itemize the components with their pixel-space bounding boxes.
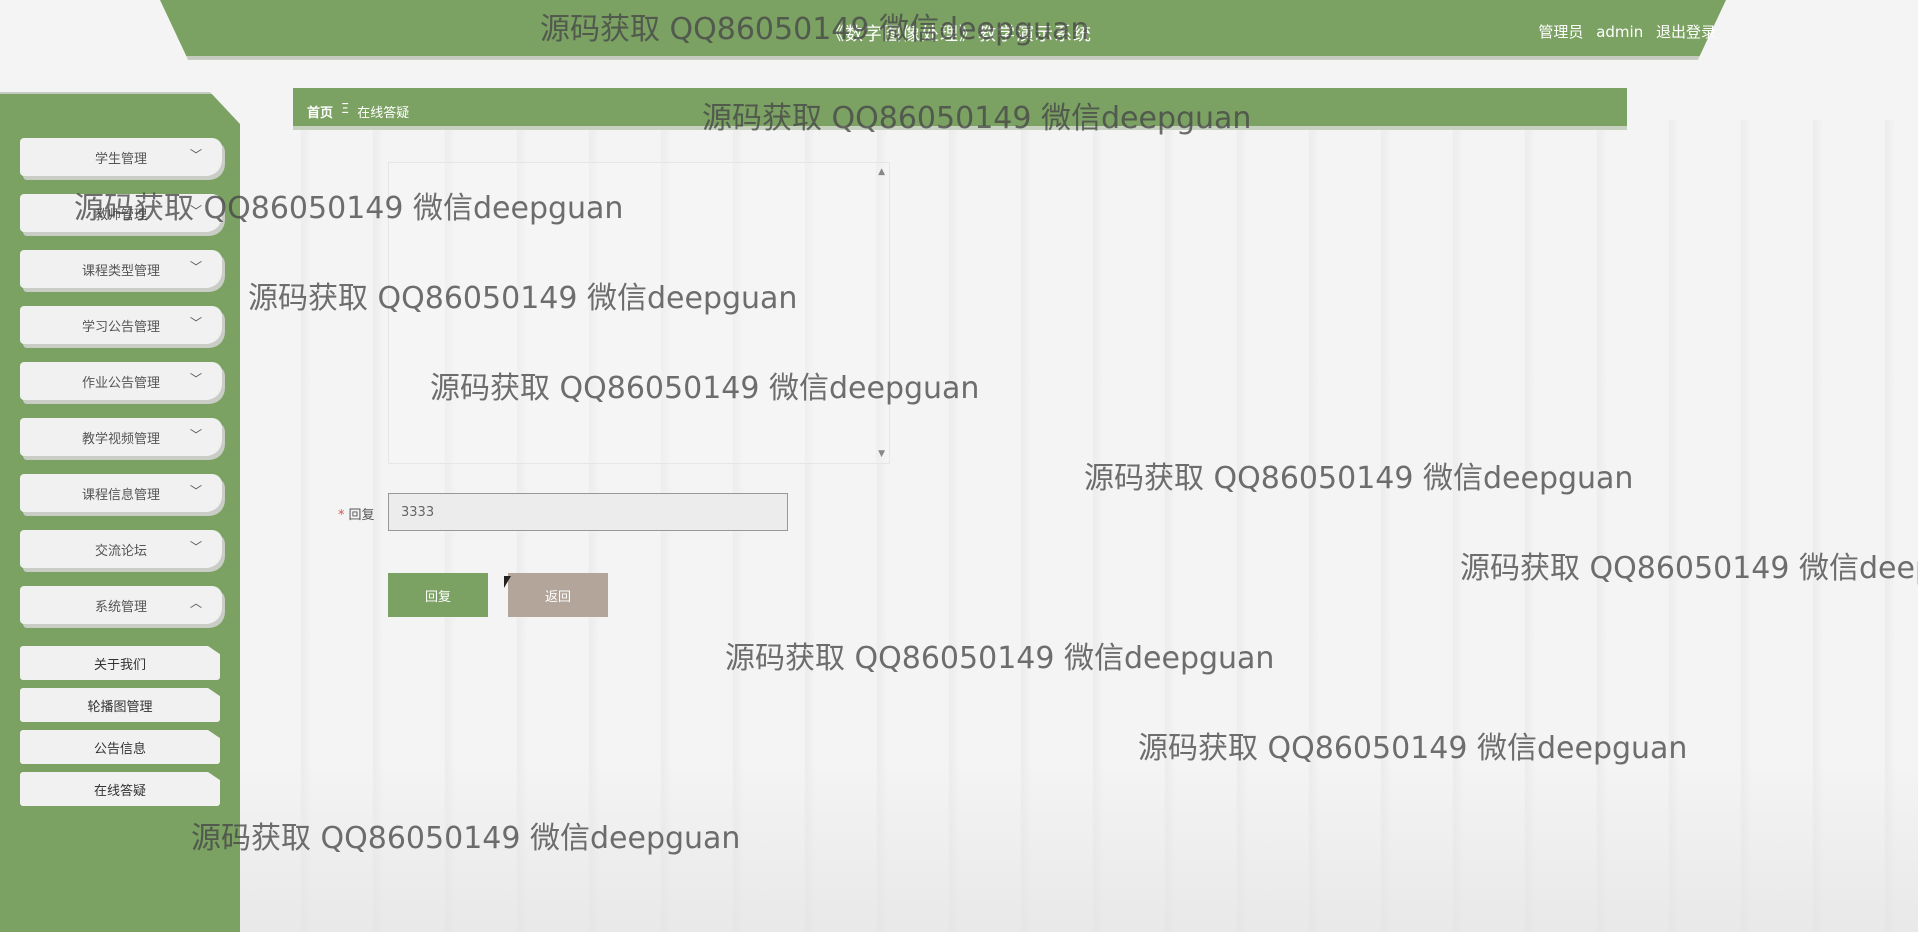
breadcrumb-separator-icon: Ξ	[341, 102, 350, 117]
scroll-up-icon[interactable]: ▲	[878, 167, 885, 177]
chevron-up-icon: ︿	[190, 596, 203, 610]
breadcrumb-current: 在线答疑	[357, 106, 410, 121]
sidebar-item-teacher[interactable]: 教师管理 ﹀	[20, 194, 222, 232]
sidebar-item-course-type[interactable]: 课程类型管理 ﹀	[20, 250, 222, 288]
user-area: 管理员 admin 退出登录	[1530, 21, 1716, 42]
watermark: 源码获取 QQ86050149 微信deepguan	[1460, 551, 1918, 586]
header-divider	[188, 56, 1698, 59]
watermark: 源码获取 QQ86050149 微信deepguan	[1084, 461, 1634, 496]
sidebar-item-student[interactable]: 学生管理 ﹀	[20, 138, 222, 176]
sidebar-item-label: 交流论坛	[94, 543, 147, 559]
sidebar-item-homework-notice[interactable]: 作业公告管理 ﹀	[20, 362, 222, 400]
scroll-down-icon[interactable]: ▼	[878, 449, 885, 459]
sidebar-item-label: 课程类型管理	[81, 263, 160, 279]
chevron-down-icon: ﹀	[190, 540, 203, 554]
chevron-down-icon: ﹀	[190, 316, 203, 330]
sidebar-subitem-label: 在线答疑	[93, 783, 146, 799]
scrollbar[interactable]	[876, 163, 889, 463]
back-button[interactable]: 返回	[508, 573, 608, 617]
sidebar-item-label: 学生管理	[94, 151, 147, 167]
sidebar-item-label: 课程信息管理	[81, 487, 160, 503]
sidebar-subitem-about[interactable]: 关于我们	[20, 646, 220, 680]
chevron-down-icon: ﹀	[190, 260, 203, 274]
chevron-down-icon: ﹀	[190, 372, 203, 386]
sidebar-item-course-info[interactable]: 课程信息管理 ﹀	[20, 474, 222, 512]
username: admin	[1596, 23, 1644, 41]
sidebar-item-label: 教师管理	[94, 207, 147, 223]
reply-input[interactable]	[388, 493, 788, 531]
role-label: 管理员	[1538, 23, 1584, 41]
watermark: 源码获取 QQ86050149 微信deepguan	[1138, 731, 1688, 766]
chevron-down-icon: ﹀	[190, 428, 203, 442]
logout-link[interactable]: 退出登录	[1656, 23, 1716, 41]
required-mark: *	[338, 508, 345, 523]
sidebar-subitem-notice[interactable]: 公告信息	[20, 730, 220, 764]
chevron-down-icon: ﹀	[190, 204, 203, 218]
sidebar-subitem-online-qa[interactable]: 在线答疑	[20, 772, 220, 806]
chevron-down-icon: ﹀	[190, 484, 203, 498]
sidebar-subitem-label: 轮播图管理	[87, 699, 153, 715]
sidebar-item-label: 学习公告管理	[81, 319, 160, 335]
sidebar-item-teaching-video[interactable]: 教学视频管理 ﹀	[20, 418, 222, 456]
background-floor	[196, 762, 1918, 932]
chevron-down-icon: ﹀	[190, 148, 203, 162]
sidebar-item-study-notice[interactable]: 学习公告管理 ﹀	[20, 306, 222, 344]
breadcrumb: 首页 Ξ 在线答疑	[293, 88, 1627, 130]
question-content-box[interactable]: ▲ ▼	[388, 162, 890, 464]
reply-button[interactable]: 回复	[388, 573, 488, 617]
watermark: 源码获取 QQ86050149 微信deepguan	[191, 821, 741, 856]
sidebar-item-system[interactable]: 系统管理 ︿	[20, 586, 222, 624]
mouse-cursor-icon	[504, 576, 511, 588]
sidebar-item-forum[interactable]: 交流论坛 ﹀	[20, 530, 222, 568]
reply-label-text: 回复	[348, 508, 375, 523]
sidebar-subitem-carousel[interactable]: 轮播图管理	[20, 688, 220, 722]
sidebar-subitem-label: 关于我们	[93, 657, 146, 673]
reply-label: * 回复	[338, 504, 375, 523]
breadcrumb-home[interactable]: 首页	[307, 102, 333, 121]
sidebar-item-label: 系统管理	[94, 599, 147, 615]
sidebar-subitem-label: 公告信息	[93, 741, 146, 757]
sidebar-item-label: 教学视频管理	[81, 431, 160, 447]
watermark: 源码获取 QQ86050149 微信deepguan	[725, 641, 1275, 676]
sidebar-item-label: 作业公告管理	[81, 375, 160, 391]
